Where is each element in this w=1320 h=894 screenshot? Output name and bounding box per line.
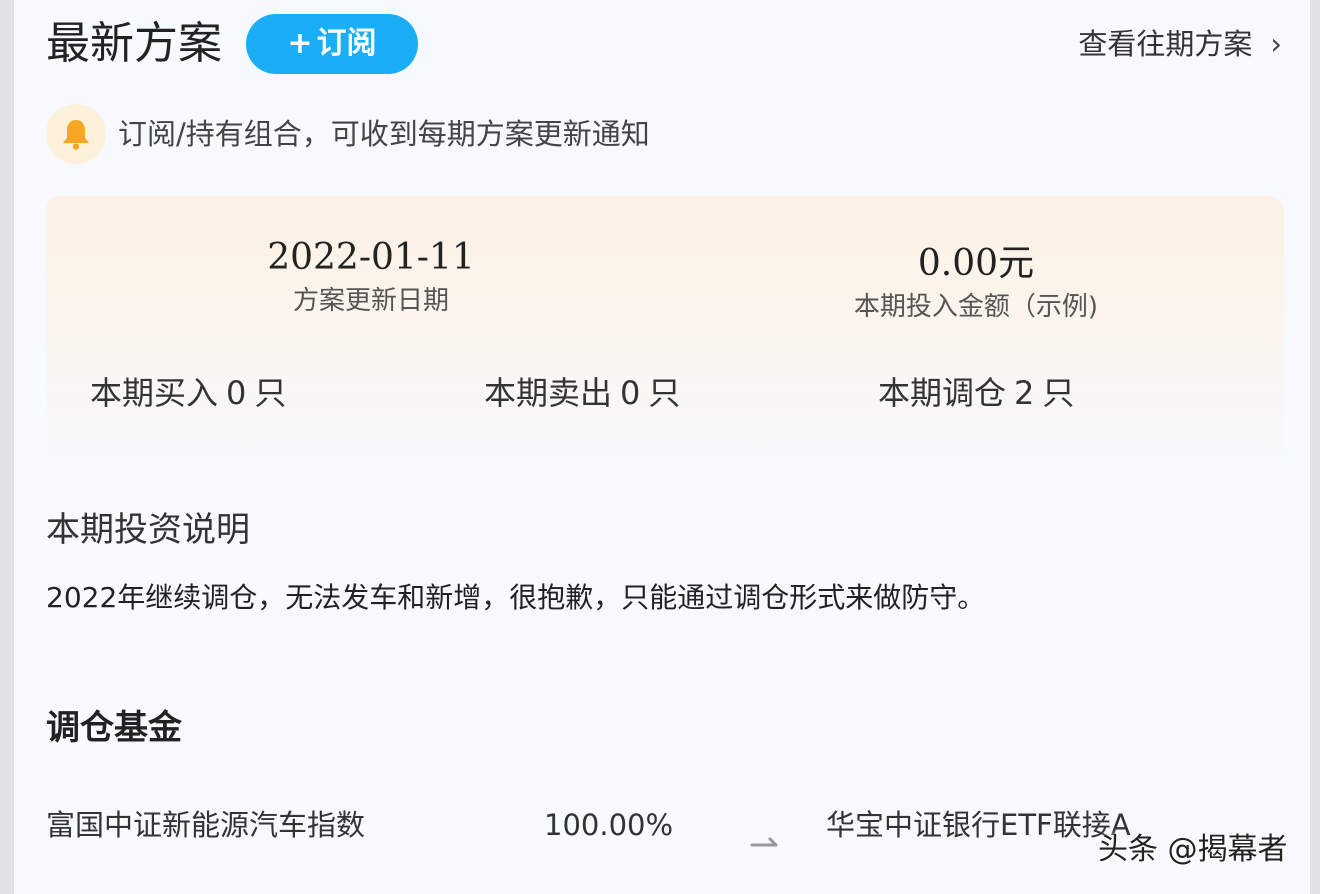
rebalance-count-unit: 只 — [1042, 374, 1075, 412]
watermark: 头条 @揭幕者 — [1098, 832, 1288, 867]
rebalance-funds-title: 调仓基金 — [46, 708, 182, 748]
target-fund-name: 华宝中证银行ETF联接A — [826, 808, 1131, 842]
update-date-label: 方案更新日期 — [292, 286, 449, 316]
bell-icon — [46, 104, 106, 164]
sell-count-value: 0 — [620, 374, 641, 412]
update-date-value: 2022-01-11 — [267, 237, 475, 278]
rebalance-percent: 100.00% — [544, 808, 674, 842]
history-plans-label: 查看往期方案 — [1078, 27, 1253, 61]
amount-stat: 0.00元 本期投入金额（示例) — [776, 242, 1176, 324]
rebalance-count-value: 2 — [1014, 374, 1035, 412]
rebalance-count: 本期调仓 2 只 — [878, 372, 1074, 414]
buy-count-unit: 只 — [254, 374, 287, 412]
rebalance-row[interactable]: 富国中证新能源汽车指数 100.00% 华宝中证银行ETF联接A — [46, 800, 1246, 850]
buy-count-label: 本期买入 — [90, 374, 219, 412]
sell-count: 本期卖出 0 只 — [484, 372, 680, 414]
amount-value: 0.00元 — [917, 243, 1035, 284]
investment-note-text: 2022年继续调仓，无法发车和新增，很抱歉，只能通过调仓形式来做防守。 — [46, 581, 986, 614]
plan-summary-panel: 2022-01-11 方案更新日期 0.00元 本期投入金额（示例) 本期买入 0… — [46, 196, 1284, 468]
history-plans-link[interactable]: 查看往期方案 › — [1078, 26, 1282, 62]
plus-icon: + — [287, 26, 313, 61]
header: 最新方案 + 订阅 查看往期方案 › — [46, 14, 1282, 74]
sell-count-unit: 只 — [648, 374, 681, 412]
arrow-right-icon — [750, 816, 784, 866]
source-fund-name: 富国中证新能源汽车指数 — [46, 808, 366, 842]
subscribe-button[interactable]: + 订阅 — [246, 14, 418, 74]
buy-count-value: 0 — [226, 374, 247, 412]
plan-card: 最新方案 + 订阅 查看往期方案 › 订阅/持有组合，可收到每期方案更新通知 202… — [14, 0, 1310, 894]
subscribe-label: 订阅 — [316, 26, 377, 61]
rebalance-count-label: 本期调仓 — [878, 374, 1007, 412]
investment-note-title: 本期投资说明 — [46, 510, 250, 550]
notice-text: 订阅/持有组合，可收到每期方案更新通知 — [118, 117, 650, 151]
update-date-stat: 2022-01-11 方案更新日期 — [206, 236, 536, 318]
sell-count-label: 本期卖出 — [484, 374, 613, 412]
page-title: 最新方案 — [46, 18, 222, 69]
chevron-right-icon: › — [1270, 27, 1282, 61]
amount-label: 本期投入金额（示例) — [853, 292, 1099, 322]
buy-count: 本期买入 0 只 — [90, 372, 286, 414]
